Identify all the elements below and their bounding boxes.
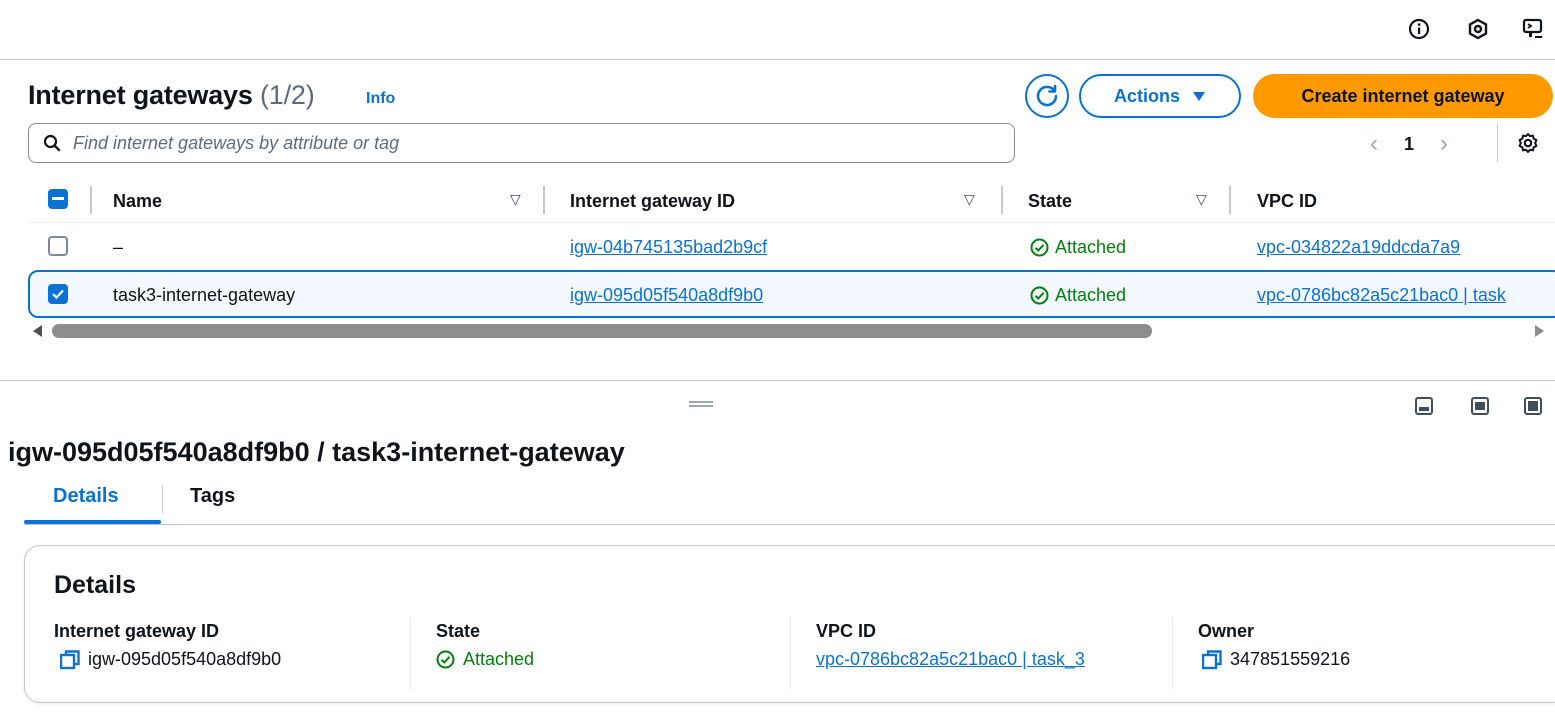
horizontal-scrollbar-thumb[interactable] <box>52 324 1152 338</box>
sort-icon[interactable]: ▽ <box>510 191 521 208</box>
check-circle-icon <box>436 650 455 669</box>
row-name: – <box>113 236 124 257</box>
page-title-text: Internet gateways <box>28 80 253 110</box>
caret-down-icon <box>1193 91 1205 101</box>
vpc-id-link[interactable]: vpc-0786bc82a5c21bac0 | task <box>1257 281 1555 309</box>
vpc-id-link[interactable]: vpc-0786bc82a5c21bac0 | task_3 <box>816 649 1085 670</box>
sort-icon[interactable]: ▽ <box>1196 191 1207 208</box>
status-badge: Attached <box>436 649 534 670</box>
column-divider[interactable] <box>1001 186 1003 214</box>
refresh-button[interactable] <box>1025 74 1069 118</box>
top-utility-bar <box>0 0 1555 60</box>
row-name: task3-internet-gateway <box>113 284 296 305</box>
previous-page-icon[interactable]: ‹ <box>1370 130 1378 158</box>
actions-label: Actions <box>1113 85 1180 106</box>
status-text: Attached <box>1055 236 1127 257</box>
scroll-right-arrow-icon[interactable] <box>1535 325 1544 337</box>
field-label: Internet gateway ID <box>54 621 220 641</box>
field-divider <box>790 617 791 689</box>
panel-bottom-icon[interactable] <box>1415 397 1433 415</box>
drag-handle-icon[interactable] <box>689 401 713 407</box>
status-badge: Attached <box>1030 233 1126 261</box>
column-header-name[interactable]: Name <box>113 186 162 216</box>
select-all-checkbox[interactable] <box>48 189 68 209</box>
gear-icon[interactable] <box>1517 132 1539 159</box>
search-field[interactable]: Find internet gateways by attribute or t… <box>28 123 1015 163</box>
vpc-id-link[interactable]: vpc-034822a19ddcda7a9 <box>1257 233 1460 261</box>
selection-count: (1/2) <box>260 80 315 110</box>
tab-details[interactable]: Details <box>53 485 119 508</box>
hexagon-icon[interactable] <box>1465 16 1491 42</box>
column-divider[interactable] <box>1229 186 1231 214</box>
tab-divider <box>162 485 163 513</box>
create-internet-gateway-button[interactable]: Create internet gateway <box>1253 74 1553 118</box>
field-label: VPC ID <box>816 621 877 641</box>
split-panel-divider <box>0 380 1555 381</box>
panel-full-icon[interactable] <box>1524 397 1542 415</box>
field-label: Owner <box>1198 621 1255 641</box>
column-header-gateway-id[interactable]: Internet gateway ID <box>570 186 735 216</box>
field-value: 347851559216 <box>1202 649 1350 670</box>
gateway-id-value: igw-095d05f540a8df9b0 <box>88 649 282 669</box>
tab-tags[interactable]: Tags <box>190 485 235 508</box>
detail-title: igw-095d05f540a8df9b0 / task3-internet-g… <box>8 437 625 467</box>
page-title: Internet gateways (1/2) <box>28 80 315 111</box>
column-header-vpc-id[interactable]: VPC ID <box>1257 186 1317 216</box>
field-divider <box>1172 617 1173 689</box>
owner-value: 347851559216 <box>1230 649 1351 669</box>
check-circle-icon <box>1030 238 1049 256</box>
field-value: igw-095d05f540a8df9b0 <box>60 649 281 670</box>
refresh-icon <box>1036 84 1058 107</box>
current-page[interactable]: 1 <box>1404 134 1414 155</box>
column-divider[interactable] <box>543 186 545 214</box>
sort-icon[interactable]: ▽ <box>964 191 975 208</box>
row-checkbox[interactable] <box>48 236 68 256</box>
copy-icon[interactable] <box>60 649 80 670</box>
status-badge: Attached <box>1030 281 1126 309</box>
column-divider <box>90 186 92 214</box>
field-divider <box>410 617 411 689</box>
next-page-icon[interactable]: › <box>1440 130 1448 158</box>
cloudshell-icon[interactable] <box>1520 16 1546 42</box>
info-link[interactable]: Info <box>366 90 395 108</box>
active-tab-indicator <box>24 520 161 524</box>
tab-bar-line <box>24 524 1555 525</box>
copy-icon[interactable] <box>1202 649 1222 670</box>
check-circle-icon <box>1030 286 1049 304</box>
pagination: ‹ 1 › <box>1370 128 1448 160</box>
field-label: State <box>436 621 481 641</box>
gateway-id-link[interactable]: igw-095d05f540a8df9b0 <box>570 281 763 309</box>
column-header-state[interactable]: State <box>1028 186 1072 216</box>
status-text: Attached <box>1055 284 1127 305</box>
info-circle-icon[interactable] <box>1406 16 1432 42</box>
actions-button[interactable]: Actions <box>1079 74 1241 118</box>
row-checkbox[interactable] <box>48 284 68 304</box>
pager-divider <box>1497 124 1498 162</box>
panel-middle-icon[interactable] <box>1471 397 1489 415</box>
search-icon <box>43 134 61 152</box>
search-placeholder: Find internet gateways by attribute or t… <box>73 132 400 153</box>
card-title: Details <box>54 571 136 599</box>
scroll-left-arrow-icon[interactable] <box>33 325 42 337</box>
state-value: Attached <box>463 649 535 669</box>
gateway-id-link[interactable]: igw-04b745135bad2b9cf <box>570 233 767 261</box>
row-divider <box>28 222 1555 223</box>
